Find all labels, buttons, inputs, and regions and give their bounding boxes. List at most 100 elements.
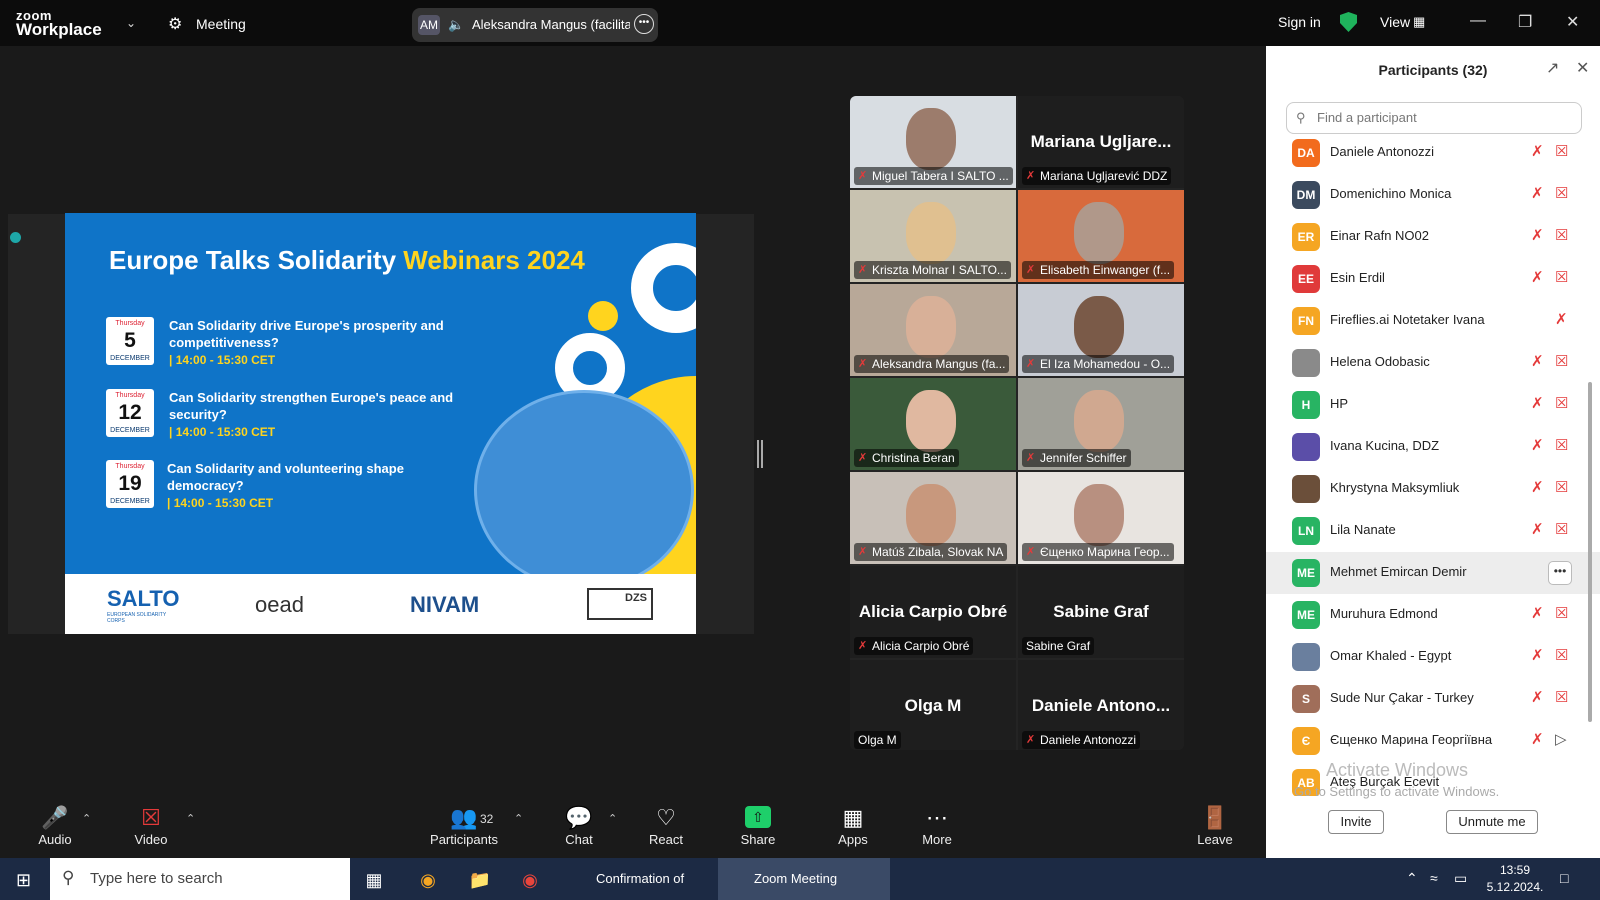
- meeting-tab[interactable]: Meeting: [196, 16, 246, 32]
- mic-muted-icon[interactable]: ✗: [1531, 604, 1544, 622]
- chevron-up-icon[interactable]: ⌃: [1406, 870, 1418, 887]
- chrome-icon[interactable]: ◉: [514, 866, 546, 894]
- more-options-button[interactable]: •••: [1548, 561, 1572, 585]
- more-button[interactable]: ⋯ More: [912, 798, 962, 858]
- video-tile[interactable]: Daniele Antono... ✗ Daniele Antonozzi: [1018, 660, 1184, 750]
- participant-row[interactable]: FN Fireflies.ai Notetaker Ivana ✗: [1266, 300, 1600, 342]
- video-off-icon[interactable]: ☒: [1555, 184, 1568, 202]
- mic-muted-icon[interactable]: ✗: [1531, 520, 1544, 538]
- mic-muted-icon[interactable]: ✗: [1531, 184, 1544, 202]
- mic-muted-icon[interactable]: ✗: [1531, 352, 1544, 370]
- close-icon[interactable]: ✕: [1576, 58, 1589, 78]
- video-tile[interactable]: ✗ El Iza Mohamedou - O...: [1018, 284, 1184, 376]
- participant-row[interactable]: S Sude Nur Çakar - Turkey ✗ ☒: [1266, 678, 1600, 720]
- mic-muted-icon[interactable]: ✗: [1531, 226, 1544, 244]
- video-off-icon[interactable]: ☒: [1555, 142, 1568, 160]
- video-tile[interactable]: ✗ Aleksandra Mangus (fa...: [850, 284, 1016, 376]
- taskbar-zoom-window[interactable]: Zoom Meeting: [718, 858, 890, 900]
- video-off-icon[interactable]: ☒: [1555, 604, 1568, 622]
- mic-muted-icon[interactable]: ✗: [1531, 646, 1544, 664]
- chevron-down-icon[interactable]: ⌄: [126, 16, 136, 30]
- notifications-icon[interactable]: □: [1560, 870, 1568, 886]
- taskbar-search-input[interactable]: Type here to search: [50, 858, 350, 900]
- video-button[interactable]: ☒ Video: [126, 798, 176, 858]
- mic-muted-icon[interactable]: ✗: [1531, 142, 1544, 160]
- panel-scrollbar[interactable]: [1588, 382, 1592, 722]
- mic-muted-icon[interactable]: ✗: [1531, 436, 1544, 454]
- taskbar-clock[interactable]: 13:59 5.12.2024.: [1480, 862, 1550, 896]
- participant-row[interactable]: Є Єщенко Марина Георгіївна ✗ ▷: [1266, 720, 1600, 762]
- invite-button[interactable]: Invite: [1328, 810, 1384, 834]
- video-tile[interactable]: Mariana Ugljare... ✗ Mariana Ugljarević D…: [1018, 96, 1184, 188]
- file-explorer-icon[interactable]: 📁: [464, 866, 496, 894]
- minimize-icon[interactable]: —: [1470, 12, 1486, 30]
- unmute-me-button[interactable]: Unmute me: [1446, 810, 1538, 834]
- react-button[interactable]: ♡ React: [641, 798, 691, 858]
- video-tile[interactable]: ✗ Christina Beran: [850, 378, 1016, 470]
- video-tile[interactable]: ✗ Kriszta Molnar I SALTO...: [850, 190, 1016, 282]
- participant-row[interactable]: H HP ✗ ☒: [1266, 384, 1600, 426]
- audio-button[interactable]: 🎤 Audio: [30, 798, 80, 858]
- video-camera-icon[interactable]: ▷: [1555, 730, 1567, 748]
- view-button[interactable]: View: [1380, 14, 1410, 30]
- participant-row[interactable]: Ivana Kucina, DDZ ✗ ☒: [1266, 426, 1600, 468]
- video-off-icon[interactable]: ☒: [1555, 646, 1568, 664]
- video-off-icon[interactable]: ☒: [1555, 226, 1568, 244]
- video-off-icon[interactable]: ☒: [1555, 394, 1568, 412]
- participant-row[interactable]: ER Einar Rafn NO02 ✗ ☒: [1266, 216, 1600, 258]
- video-off-icon[interactable]: ☒: [1555, 268, 1568, 286]
- wifi-icon[interactable]: ≈: [1430, 870, 1438, 886]
- sign-in-link[interactable]: Sign in: [1278, 14, 1321, 30]
- video-tile[interactable]: Sabine Graf Sabine Graf: [1018, 566, 1184, 658]
- windows-start-icon[interactable]: ⊞: [16, 870, 31, 891]
- mic-muted-icon[interactable]: ✗: [1531, 688, 1544, 706]
- participant-row[interactable]: Helena Odobasic ✗ ☒: [1266, 342, 1600, 384]
- participant-row[interactable]: LN Lila Nanate ✗ ☒: [1266, 510, 1600, 552]
- participant-row[interactable]: DA Daniele Antonozzi ✗ ☒: [1266, 132, 1600, 174]
- video-tile[interactable]: Alicia Carpio Obré ✗ Alicia Carpio Obré: [850, 566, 1016, 658]
- shield-check-icon[interactable]: [1340, 12, 1357, 32]
- leave-button[interactable]: 🚪 Leave: [1190, 798, 1240, 858]
- close-icon[interactable]: ✕: [1566, 12, 1579, 32]
- apps-button[interactable]: ▦ Apps: [828, 798, 878, 858]
- video-off-icon[interactable]: ☒: [1555, 478, 1568, 496]
- participant-row[interactable]: ME Mehmet Emircan Demir •••: [1266, 552, 1600, 594]
- mic-muted-icon[interactable]: ✗: [1555, 310, 1568, 328]
- video-off-icon[interactable]: ☒: [1555, 688, 1568, 706]
- participants-button[interactable]: 👥 Participants: [424, 798, 504, 858]
- video-tile[interactable]: ✗ Miguel Tabera I SALTO ...: [850, 96, 1016, 188]
- video-off-icon[interactable]: ☒: [1555, 352, 1568, 370]
- participants-options-caret[interactable]: ⌃: [514, 812, 523, 825]
- search-input[interactable]: Find a participant: [1286, 102, 1582, 134]
- participant-row[interactable]: ME Muruhura Edmond ✗ ☒: [1266, 594, 1600, 636]
- mic-muted-icon[interactable]: ✗: [1531, 478, 1544, 496]
- video-tile[interactable]: ✗ Elisabeth Einwanger (f...: [1018, 190, 1184, 282]
- video-tile[interactable]: Olga M Olga M: [850, 660, 1016, 750]
- participant-row[interactable]: Omar Khaled - Egypt ✗ ☒: [1266, 636, 1600, 678]
- view-layout-icon[interactable]: ▦: [1413, 14, 1425, 30]
- participant-row[interactable]: Khrystyna Maksymliuk ✗ ☒: [1266, 468, 1600, 510]
- taskbar-chrome-window[interactable]: Confirmation of yo...: [560, 858, 712, 900]
- mic-muted-icon[interactable]: ✗: [1531, 268, 1544, 286]
- battery-icon[interactable]: ▭: [1454, 870, 1467, 887]
- meeting-group-icon[interactable]: ⚙: [168, 14, 182, 34]
- video-tile[interactable]: ✗ Matúš Zibala, Slovak NA: [850, 472, 1016, 564]
- shield-app-icon[interactable]: ◉: [412, 866, 444, 894]
- video-tile-active-speaker[interactable]: ✗ Єщенко Марина Геор...: [1018, 472, 1184, 564]
- task-view-icon[interactable]: ▦: [358, 866, 390, 894]
- resize-handle[interactable]: [757, 440, 763, 468]
- video-tile[interactable]: ✗ Jennifer Schiffer: [1018, 378, 1184, 470]
- participant-row[interactable]: DM Domenichino Monica ✗ ☒: [1266, 174, 1600, 216]
- pop-out-icon[interactable]: ↗: [1546, 58, 1559, 78]
- restore-icon[interactable]: ❐: [1518, 12, 1532, 32]
- chat-options-caret[interactable]: ⌃: [608, 812, 617, 825]
- video-off-icon[interactable]: ☒: [1555, 520, 1568, 538]
- more-options-icon[interactable]: •••: [634, 14, 654, 34]
- audio-options-caret[interactable]: ⌃: [82, 812, 91, 825]
- mic-muted-icon[interactable]: ✗: [1531, 394, 1544, 412]
- video-options-caret[interactable]: ⌃: [186, 812, 195, 825]
- active-speaker-pill[interactable]: AM 🔈 Aleksandra Mangus (facilitator) •••: [412, 8, 658, 42]
- mic-muted-icon[interactable]: ✗: [1531, 730, 1544, 748]
- chat-button[interactable]: 💬 Chat: [554, 798, 604, 858]
- participant-row[interactable]: EE Esin Erdil ✗ ☒: [1266, 258, 1600, 300]
